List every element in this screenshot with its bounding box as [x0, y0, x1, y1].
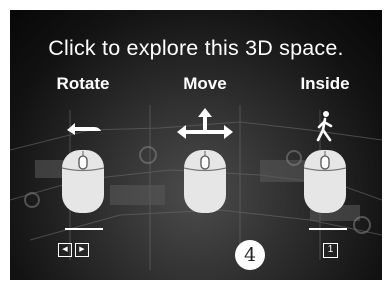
inside-key-one: 1: [323, 243, 338, 258]
inside-divider: [309, 228, 347, 230]
tour-viewer: Click to explore this 3D space. Rotate ◀…: [0, 0, 391, 284]
walking-person-mouse-icon: [303, 111, 347, 213]
explore-overlay[interactable]: Click to explore this 3D space. Rotate ◀…: [10, 10, 382, 280]
